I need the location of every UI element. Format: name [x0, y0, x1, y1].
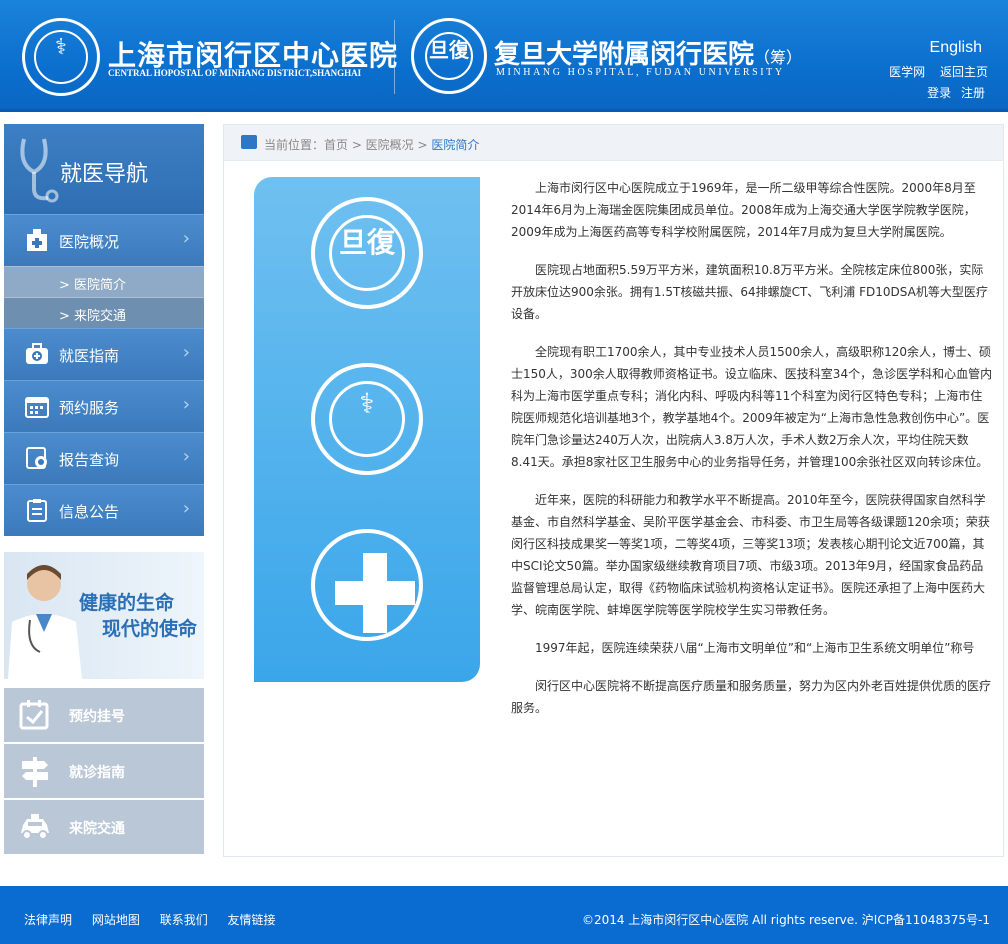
quick-link-traffic[interactable]: 来院交通	[4, 800, 204, 854]
banner-line1: 健康的生命	[79, 592, 175, 614]
red-cross-emblem-icon	[311, 529, 423, 641]
quick-link-label: 就诊指南	[69, 765, 125, 781]
medkit-icon	[26, 343, 48, 364]
sidebar-item-guide[interactable]: 就医指南 ›	[4, 328, 204, 380]
sidebar-item-label: 报告查询	[59, 451, 120, 469]
hospital-emblem-icon: ⚕	[311, 363, 423, 475]
sidebar-nav: 就医导航 医院概况 › > 医院简介 > 来院交通 就医指南 › 预约服务 › …	[4, 124, 204, 536]
english-link[interactable]: English	[930, 39, 982, 57]
intro-paragraph: 上海市闵行区中心医院成立于1969年，是一所二级甲等综合性医院。2000年8月至…	[511, 181, 976, 239]
health-banner[interactable]: 健康的生命 现代的使命	[4, 552, 204, 679]
account-links: 登录 注册	[921, 84, 985, 101]
medical-net-link[interactable]: 医学网	[889, 65, 925, 79]
sidebar-item-label: 预约服务	[59, 399, 120, 417]
fudan-name-cn: 复旦大学附属闵行医院（筹）	[494, 40, 803, 70]
sidebar-item-label: 就医指南	[59, 347, 120, 365]
register-link[interactable]: 注册	[961, 86, 985, 100]
hospital-name-en: CENTRAL HOPOSTAL OF MINHANG DISTRICT,SHA…	[108, 68, 362, 78]
site-header: ⚕ 上海市闵行区中心医院 CENTRAL HOPOSTAL OF MINHANG…	[0, 0, 1008, 112]
chevron-right-icon: ›	[182, 342, 190, 363]
sidebar-item-overview[interactable]: 医院概况 ›	[4, 214, 204, 266]
sidebar-item-notice[interactable]: 信息公告 ›	[4, 484, 204, 536]
intro-text: 上海市闵行区中心医院成立于1969年，是一所二级甲等综合性医院。2000年8月至…	[511, 177, 993, 735]
sidebar-item-report[interactable]: 报告查询 ›	[4, 432, 204, 484]
stethoscope-icon	[20, 138, 59, 203]
doctor-image	[8, 565, 82, 679]
footer-link-sitemap[interactable]: 网站地图	[92, 913, 140, 927]
header-links: 医学网 返回主页	[878, 63, 988, 80]
calendar-icon	[25, 397, 49, 418]
report-icon	[26, 447, 47, 469]
nav-title: 就医导航	[60, 162, 149, 187]
header-divider	[394, 20, 395, 94]
footer-links: 法律声明 网站地图 联系我们 友情链接	[24, 911, 292, 928]
notice-icon	[27, 499, 47, 522]
hospital-logo-icon[interactable]: ⚕	[22, 18, 100, 96]
chevron-right-icon: ›	[182, 394, 190, 415]
intro-paragraph: 全院现有职工1700余人，其中专业技术人员1500余人，高级职称120余人，博士…	[511, 345, 993, 469]
chevron-right-icon: ›	[182, 228, 190, 249]
intro-paragraph: 闵行区中心医院将不断提高医疗质量和服务质量，努力为区内外老百姓提供优质的医疗服务…	[511, 679, 992, 715]
hospital-emblems-image: 旦復 ⚕	[254, 177, 480, 682]
subitem-traffic[interactable]: > 来院交通	[4, 297, 204, 328]
nav-header: 就医导航	[4, 124, 204, 214]
hospital-icon	[27, 229, 47, 251]
sidebar-item-label: 医院概况	[59, 233, 120, 251]
sidebar-item-label: 信息公告	[59, 503, 120, 521]
home-link[interactable]: 返回主页	[940, 65, 988, 79]
footer-link-friends[interactable]: 友情链接	[228, 913, 276, 927]
copyright: ©2014 上海市闵行区中心医院 All rights reserve. 沪IC…	[581, 913, 990, 927]
fudan-logo-icon[interactable]: 旦復	[411, 18, 487, 94]
car-icon	[21, 814, 49, 840]
breadcrumb: 当前位置：首页 > 医院概况 > 医院简介	[224, 125, 1003, 161]
quick-link-guide[interactable]: 就诊指南	[4, 744, 204, 798]
subitem-intro[interactable]: > 医院简介	[4, 266, 204, 297]
intro-paragraph: 1997年起，医院连续荣获八届“上海市文明单位”和“上海市卫生系统文明单位”称号	[535, 641, 975, 655]
home-icon[interactable]	[241, 135, 257, 149]
site-footer: 法律声明 网站地图 联系我们 友情链接 ©2014 上海市闵行区中心医院 All…	[0, 886, 1008, 944]
footer-link-legal[interactable]: 法律声明	[24, 913, 72, 927]
intro-paragraph: 近年来，医院的科研能力和教学水平不断提高。2010年至今，医院获得国家自然科学基…	[511, 493, 990, 617]
fudan-emblem-icon: 旦復	[311, 197, 423, 309]
quick-link-label: 来院交通	[69, 821, 125, 837]
sidebar-item-appointment[interactable]: 预约服务 ›	[4, 380, 204, 432]
chevron-right-icon: ›	[182, 446, 190, 467]
footer-link-contact[interactable]: 联系我们	[160, 913, 208, 927]
login-link[interactable]: 登录	[927, 86, 951, 100]
breadcrumb-path[interactable]: 当前位置：首页 > 医院概况 >	[264, 138, 431, 152]
fudan-name-en: MINHANG HOSPITAL, FUDAN UNIVERSITY	[496, 67, 785, 78]
calendar-check-icon	[19, 700, 49, 730]
quick-link-label: 预约挂号	[69, 709, 125, 725]
quick-link-registration[interactable]: 预约挂号	[4, 688, 204, 742]
signpost-icon	[22, 757, 48, 787]
banner-line2: 现代的使命	[102, 618, 198, 640]
main-content: 当前位置：首页 > 医院概况 > 医院简介 旦復 ⚕ 上海市闵行区中心医院成立于…	[223, 124, 1004, 857]
breadcrumb-current[interactable]: 医院简介	[431, 138, 479, 152]
chevron-right-icon: ›	[182, 498, 190, 519]
intro-paragraph: 医院现占地面积5.59万平方米，建筑面积10.8万平方米。全院核定床位800张，…	[511, 263, 988, 321]
